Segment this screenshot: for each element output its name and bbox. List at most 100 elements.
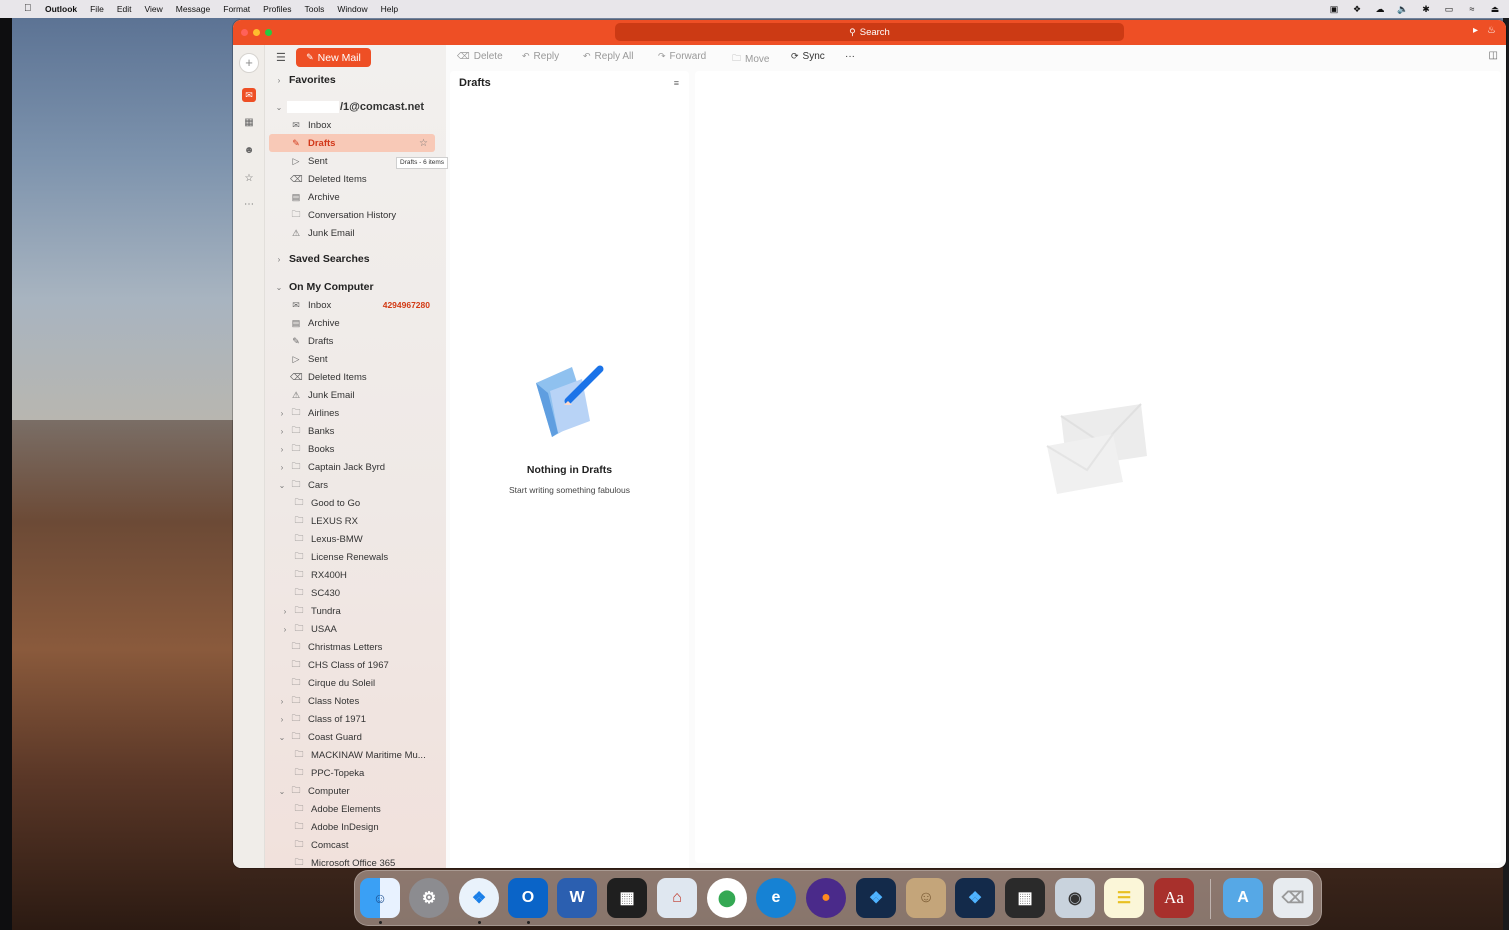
more-apps-icon[interactable]: ⋯ (242, 199, 256, 213)
chevron-right-icon[interactable]: › (277, 409, 287, 418)
folder-class-notes[interactable]: › 🗀 Class Notes (265, 692, 439, 710)
wifi-icon[interactable]: ≈ (1466, 4, 1478, 14)
folder-drafts[interactable]: ✎ Drafts (265, 332, 439, 350)
safari-icon[interactable]: ❖ (459, 878, 499, 918)
outlook-icon[interactable]: O (508, 878, 548, 918)
favorites-section[interactable]: › Favorites (265, 71, 439, 89)
chevron-right-icon[interactable]: › (280, 607, 290, 616)
mail-icon[interactable]: ✉ (242, 88, 256, 102)
chevron-right-icon[interactable]: › (277, 445, 287, 454)
folder-lexus-bmw[interactable]: 🗀 Lexus-BMW (265, 530, 439, 548)
battery-icon[interactable]: ▭ (1443, 4, 1455, 15)
folder-junk-email[interactable]: ⚠ Junk Email (265, 224, 439, 242)
zoom-window-button[interactable] (265, 29, 272, 36)
screenshot-icon[interactable]: ▦ (1005, 878, 1045, 918)
contacts-icon[interactable]: ☺ (906, 878, 946, 918)
chevron-down-icon[interactable]: ⌄ (277, 787, 287, 796)
reply-all-button[interactable]: ↶ Reply All (583, 51, 633, 62)
photoshop-elements-icon[interactable]: ❖ (856, 878, 896, 918)
close-window-button[interactable] (241, 29, 248, 36)
folder-tundra[interactable]: › 🗀 Tundra (265, 602, 439, 620)
favorite-star-icon[interactable]: ☆ (419, 138, 428, 149)
finder-icon[interactable]: ☺ (360, 878, 400, 918)
folder-usaa[interactable]: › 🗀 USAA (265, 620, 439, 638)
system-preferences-icon[interactable]: ⚙ (409, 878, 449, 918)
folder-deleted-items[interactable]: ⌫ Deleted Items (265, 368, 439, 386)
folder-books[interactable]: › 🗀 Books (265, 440, 439, 458)
menu-help[interactable]: Help (381, 4, 398, 14)
folder-ppc-topeka[interactable]: 🗀 PPC-Topeka (265, 764, 439, 782)
folder-good-to-go[interactable]: 🗀 Good to Go (265, 494, 439, 512)
preview-icon[interactable]: ◉ (1055, 878, 1095, 918)
calendar-icon[interactable]: ▦ (242, 117, 256, 131)
chevron-down-icon[interactable]: ⌄ (277, 733, 287, 742)
menu-tools[interactable]: Tools (305, 4, 325, 14)
chrome-icon[interactable]: ⬤ (707, 878, 747, 918)
layout-toggle-icon[interactable]: ◫ (1489, 50, 1498, 61)
folder-chs-class-of-1967[interactable]: 🗀 CHS Class of 1967 (265, 656, 439, 674)
folder-coast-guard[interactable]: ⌄ 🗀 Coast Guard (265, 728, 439, 746)
folder-captain-jack-byrd[interactable]: › 🗀 Captain Jack Byrd (265, 458, 439, 476)
menu-window[interactable]: Window (337, 4, 367, 14)
folder-adobe-elements[interactable]: 🗀 Adobe Elements (265, 800, 439, 818)
folder-sent[interactable]: ▷ Sent (265, 350, 439, 368)
folder-archive[interactable]: ▤ Archive (265, 188, 439, 206)
new-mail-button[interactable]: ✎ New Mail (296, 48, 371, 67)
delete-button[interactable]: ⌫ Delete (457, 51, 503, 62)
app-window-icon[interactable]: ▦ (607, 878, 647, 918)
folder-microsoft-office-365[interactable]: 🗀 Microsoft Office 365 (265, 854, 439, 868)
menu-app-name[interactable]: Outlook (45, 4, 77, 14)
dictionary-icon[interactable]: Aa (1154, 878, 1194, 918)
applications-folder-icon[interactable]: A (1223, 878, 1263, 918)
reply-button[interactable]: ↶ Reply (522, 51, 559, 62)
status-app-icon[interactable]: ▣ (1328, 4, 1340, 15)
folder-lexus-rx[interactable]: 🗀 LEXUS RX (265, 512, 439, 530)
creative-cloud-icon[interactable]: ☁ (1374, 4, 1386, 15)
search-input[interactable]: ⚲ Search (615, 23, 1124, 41)
folder-airlines[interactable]: › 🗀 Airlines (265, 404, 439, 422)
image-capture-icon[interactable]: ⌂ (657, 878, 697, 918)
trash-icon[interactable]: ⌫ (1273, 878, 1313, 918)
saved-searches-section[interactable]: › Saved Searches (265, 250, 439, 268)
menu-view[interactable]: View (144, 4, 162, 14)
bell-icon[interactable]: ♨ (1487, 25, 1496, 36)
menu-message[interactable]: Message (176, 4, 211, 14)
menu-file[interactable]: File (90, 4, 104, 14)
folder-deleted-items[interactable]: ⌫ Deleted Items (265, 170, 439, 188)
more-button[interactable]: ··· (845, 51, 855, 62)
filter-icon[interactable]: ≡ (674, 78, 679, 88)
dropbox-icon[interactable]: ❖ (1351, 4, 1363, 15)
folder-banks[interactable]: › 🗀 Banks (265, 422, 439, 440)
folder-comcast[interactable]: 🗀 Comcast (265, 836, 439, 854)
hamburger-icon[interactable]: ☰ (276, 51, 286, 64)
folder-license-renewals[interactable]: 🗀 License Renewals (265, 548, 439, 566)
chevron-down-icon[interactable]: ⌄ (277, 481, 287, 490)
people-icon[interactable]: ☻ (242, 145, 256, 159)
chevron-right-icon[interactable]: › (277, 427, 287, 436)
forward-button[interactable]: ↷ Forward (658, 51, 706, 62)
menu-format[interactable]: Format (223, 4, 250, 14)
folder-inbox[interactable]: ✉ Inbox (265, 116, 439, 134)
menu-profiles[interactable]: Profiles (263, 4, 291, 14)
word-icon[interactable]: W (557, 878, 597, 918)
folder-mackinaw-maritime-mu[interactable]: 🗀 MACKINAW Maritime Mu... (265, 746, 439, 764)
edge-icon[interactable]: e (756, 878, 796, 918)
folder-computer[interactable]: ⌄ 🗀 Computer (265, 782, 439, 800)
folder-class-of-1971[interactable]: › 🗀 Class of 1971 (265, 710, 439, 728)
notes-icon[interactable]: ☰ (1104, 878, 1144, 918)
apple-icon[interactable]:  (24, 4, 33, 14)
folder-cirque-du-soleil[interactable]: 🗀 Cirque du Soleil (265, 674, 439, 692)
star-icon[interactable]: ☆ (242, 173, 256, 187)
bluetooth-icon[interactable]: ✱ (1420, 4, 1432, 15)
folder-sc430[interactable]: 🗀 SC430 (265, 584, 439, 602)
volume-icon[interactable]: 🔈 (1397, 4, 1409, 15)
folder-conversation-history[interactable]: 🗀 Conversation History (265, 206, 439, 224)
menu-edit[interactable]: Edit (117, 4, 132, 14)
folder-cars[interactable]: ⌄ 🗀 Cars (265, 476, 439, 494)
eject-icon[interactable]: ⏏ (1489, 4, 1501, 15)
folder-christmas-letters[interactable]: 🗀 Christmas Letters (265, 638, 439, 656)
folder-rx400h[interactable]: 🗀 RX400H (265, 566, 439, 584)
chevron-right-icon[interactable]: › (277, 715, 287, 724)
chevron-right-icon[interactable]: › (280, 625, 290, 634)
on-my-computer-section[interactable]: ⌄ On My Computer (265, 278, 439, 296)
